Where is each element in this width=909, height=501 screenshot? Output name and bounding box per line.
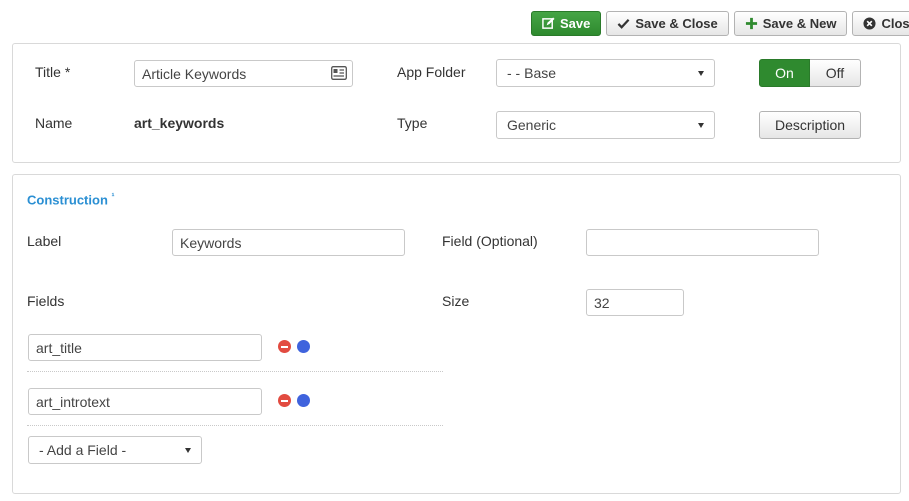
row-divider — [27, 425, 443, 426]
save-new-button[interactable]: Save & New — [733, 11, 848, 36]
toolbar: Save Save & Close Save & New Close — [531, 11, 909, 36]
field-optional-label: Field (Optional) — [442, 233, 538, 249]
name-value: art_keywords — [134, 115, 225, 131]
type-label: Type — [397, 115, 428, 131]
construction-title-marker: ¹ — [111, 191, 115, 201]
save-close-button[interactable]: Save & Close — [606, 11, 729, 36]
toggle-on[interactable]: On — [759, 59, 810, 87]
type-value: Generic — [507, 117, 557, 133]
move-handle-icon[interactable] — [297, 394, 310, 407]
toggle-off[interactable]: Off — [810, 59, 861, 87]
app-folder-label: App Folder — [397, 64, 466, 80]
close-button-label: Close — [881, 16, 909, 31]
edit-icon — [542, 17, 555, 29]
construction-title-text: Construction — [27, 192, 108, 208]
close-circle-icon — [863, 17, 876, 30]
check-icon — [617, 19, 630, 29]
close-button[interactable]: Close — [852, 11, 909, 36]
caret-down-icon — [185, 447, 191, 453]
description-button[interactable]: Description — [759, 111, 861, 139]
size-input[interactable] — [586, 289, 684, 316]
plus-icon — [745, 17, 757, 30]
caret-down-icon — [698, 122, 704, 128]
row-divider — [27, 371, 443, 372]
title-input[interactable] — [135, 61, 315, 86]
remove-icon[interactable] — [278, 394, 291, 407]
fields-label: Fields — [27, 293, 65, 309]
save-new-button-label: Save & New — [762, 16, 837, 31]
save-button[interactable]: Save — [531, 11, 602, 36]
field-input-art-introtext[interactable] — [28, 388, 262, 415]
app-folder-value: - - Base — [507, 65, 557, 81]
save-button-label: Save — [560, 16, 591, 31]
app-folder-select[interactable]: - - Base — [496, 59, 715, 87]
title-field[interactable] — [134, 60, 353, 87]
caret-down-icon — [698, 70, 704, 76]
label-label: Label — [27, 233, 62, 249]
save-close-button-label: Save & Close — [635, 16, 718, 31]
size-label: Size — [442, 293, 470, 309]
field-optional-input[interactable] — [586, 229, 819, 256]
add-field-select[interactable]: - Add a Field - — [28, 436, 202, 464]
label-input[interactable] — [172, 229, 405, 256]
add-field-value: - Add a Field - — [39, 442, 127, 458]
state-toggle: On Off — [759, 59, 861, 87]
type-select[interactable]: Generic — [496, 111, 715, 139]
field-input-art-title[interactable] — [28, 334, 262, 361]
name-label: Name — [35, 115, 73, 131]
remove-icon[interactable] — [278, 340, 291, 353]
title-label: Title — [35, 64, 70, 80]
construction-title: Construction ¹ — [27, 191, 115, 207]
id-card-icon — [331, 66, 347, 80]
move-handle-icon[interactable] — [297, 340, 310, 353]
